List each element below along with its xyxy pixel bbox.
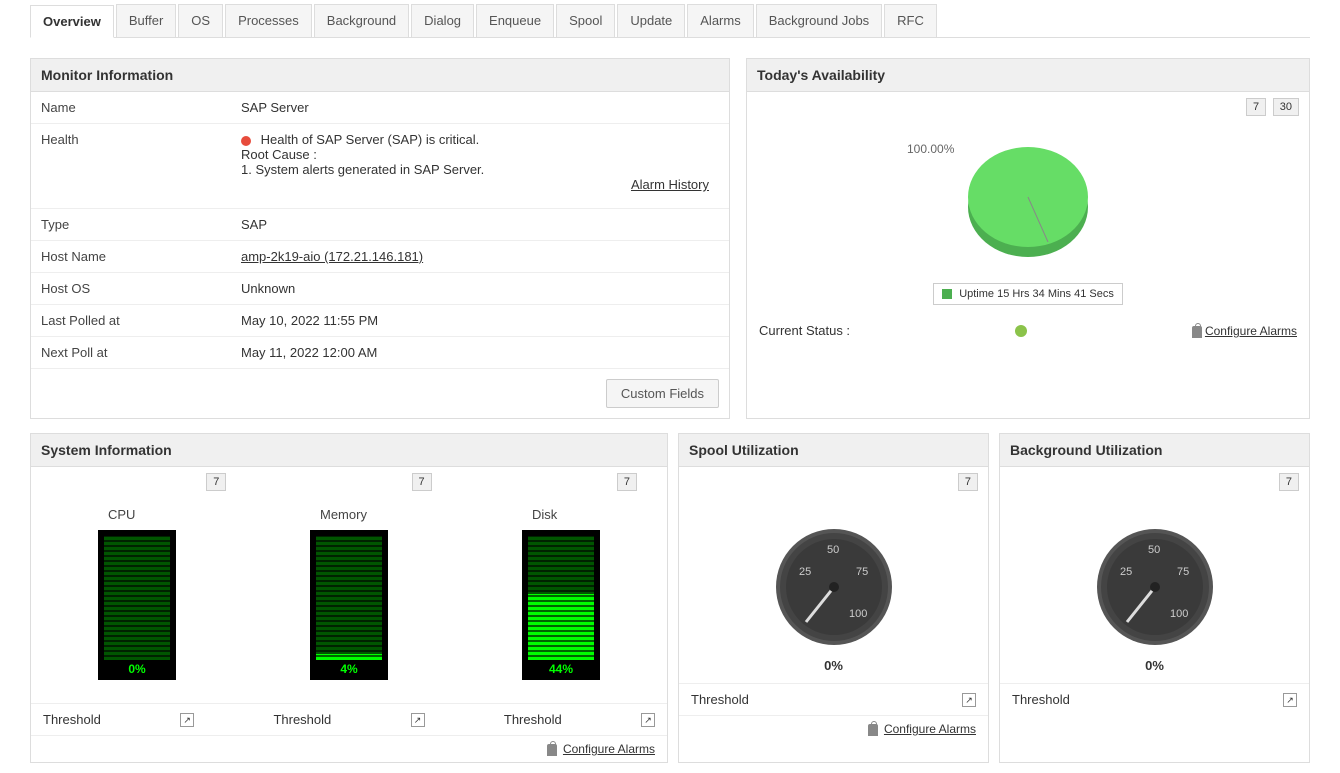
type-value: SAP [241, 217, 719, 232]
tab-overview[interactable]: Overview [30, 5, 114, 38]
alarm-icon [1192, 326, 1202, 338]
spool-7-button[interactable]: 7 [958, 473, 978, 491]
hostos-label: Host OS [41, 281, 241, 296]
svg-text:25: 25 [1120, 566, 1132, 578]
svg-text:100: 100 [1170, 608, 1188, 620]
system-info-panel: System Information 7 7 7 CPU 0% Memory [30, 433, 668, 763]
availability-panel: Today's Availability 7 30 100.00% Uptime… [746, 58, 1310, 419]
tab-background[interactable]: Background [314, 4, 409, 37]
bg-title: Background Utilization [1000, 434, 1309, 467]
lastpoll-value: May 10, 2022 11:55 PM [241, 313, 719, 328]
name-label: Name [41, 100, 241, 115]
nextpoll-label: Next Poll at [41, 345, 241, 360]
svg-text:50: 50 [827, 544, 839, 556]
bg-gauge: 25 50 75 100 [1085, 517, 1225, 647]
tab-os[interactable]: OS [178, 4, 223, 37]
bg-7-button[interactable]: 7 [1279, 473, 1299, 491]
svg-text:75: 75 [1177, 566, 1189, 578]
root-cause-label: Root Cause : [241, 147, 317, 162]
bg-pct: 0% [1000, 658, 1309, 673]
uptime-legend-text: Uptime 15 Hrs 34 Mins 41 Secs [959, 288, 1114, 300]
bg-threshold-label: Threshold [1012, 692, 1070, 707]
spool-threshold-label: Threshold [691, 692, 749, 707]
memory-pct: 4% [310, 662, 388, 676]
alarm-icon [547, 744, 557, 756]
memory-bar: 4% [310, 530, 388, 680]
spool-gauge: 25 50 75 100 [764, 517, 904, 647]
monitor-info-panel: Monitor Information Name SAP Server Heal… [30, 58, 730, 419]
disk-bar: 44% [522, 530, 600, 680]
tab-update[interactable]: Update [617, 4, 685, 37]
host-link[interactable]: amp-2k19-aio (172.21.146.181) [241, 249, 423, 264]
host-label: Host Name [41, 249, 241, 264]
tab-rfc[interactable]: RFC [884, 4, 937, 37]
alarm-icon [868, 724, 878, 736]
availability-pie-chart [953, 132, 1103, 272]
tab-spool[interactable]: Spool [556, 4, 615, 37]
spool-pct: 0% [679, 658, 988, 673]
svg-text:100: 100 [849, 608, 867, 620]
lastpoll-label: Last Polled at [41, 313, 241, 328]
time-7-button[interactable]: 7 [1246, 98, 1266, 116]
cpu-threshold-label: Threshold [43, 712, 101, 727]
memory-label: Memory [310, 507, 388, 522]
spool-title: Spool Utilization [679, 434, 988, 467]
tab-processes[interactable]: Processes [225, 4, 312, 37]
cpu-threshold-edit-icon[interactable]: ↗ [180, 713, 194, 727]
name-value: SAP Server [241, 100, 719, 115]
tab-bgjobs[interactable]: Background Jobs [756, 4, 882, 37]
tab-bar: Overview Buffer OS Processes Background … [30, 4, 1310, 38]
disk-threshold-label: Threshold [504, 712, 562, 727]
system-info-title: System Information [31, 434, 667, 467]
tab-dialog[interactable]: Dialog [411, 4, 474, 37]
sys-mem-7-button[interactable]: 7 [412, 473, 432, 491]
health-text: Health of SAP Server (SAP) is critical. [261, 132, 480, 147]
configure-alarms-link[interactable]: Configure Alarms [1205, 324, 1297, 338]
cpu-label: CPU [98, 507, 176, 522]
time-30-button[interactable]: 30 [1273, 98, 1299, 116]
health-label: Health [41, 132, 241, 200]
spool-panel: Spool Utilization 7 25 50 75 100 0% Thre… [678, 433, 989, 763]
disk-threshold-edit-icon[interactable]: ↗ [641, 713, 655, 727]
disk-label: Disk [522, 507, 600, 522]
svg-text:50: 50 [1148, 544, 1160, 556]
disk-pct: 44% [522, 662, 600, 676]
tab-alarms[interactable]: Alarms [687, 4, 753, 37]
spool-configure-alarms-link[interactable]: Configure Alarms [884, 722, 976, 736]
sys-cpu-7-button[interactable]: 7 [206, 473, 226, 491]
cpu-bar: 0% [98, 530, 176, 680]
alarm-history-link[interactable]: Alarm History [631, 177, 709, 192]
sys-configure-alarms-link[interactable]: Configure Alarms [563, 742, 655, 756]
svg-text:25: 25 [799, 566, 811, 578]
sys-disk-7-button[interactable]: 7 [617, 473, 637, 491]
current-status-label: Current Status : [759, 323, 850, 338]
tab-buffer[interactable]: Buffer [116, 4, 176, 37]
custom-fields-button[interactable]: Custom Fields [606, 379, 719, 408]
uptime-legend: Uptime 15 Hrs 34 Mins 41 Secs [933, 283, 1123, 305]
legend-color-icon [942, 289, 952, 299]
root-cause-text: 1. System alerts generated in SAP Server… [241, 162, 484, 177]
status-healthy-icon [1015, 325, 1027, 337]
pie-percent-label: 100.00% [907, 142, 954, 156]
hostos-value: Unknown [241, 281, 719, 296]
health-critical-icon [241, 136, 251, 146]
mem-threshold-label: Threshold [273, 712, 331, 727]
bg-threshold-edit-icon[interactable]: ↗ [1283, 693, 1297, 707]
tab-enqueue[interactable]: Enqueue [476, 4, 554, 37]
type-label: Type [41, 217, 241, 232]
monitor-info-title: Monitor Information [31, 59, 729, 92]
mem-threshold-edit-icon[interactable]: ↗ [411, 713, 425, 727]
cpu-pct: 0% [98, 662, 176, 676]
bg-panel: Background Utilization 7 25 50 75 100 0%… [999, 433, 1310, 763]
spool-threshold-edit-icon[interactable]: ↗ [962, 693, 976, 707]
nextpoll-value: May 11, 2022 12:00 AM [241, 345, 719, 360]
availability-title: Today's Availability [747, 59, 1309, 92]
svg-text:75: 75 [856, 566, 868, 578]
